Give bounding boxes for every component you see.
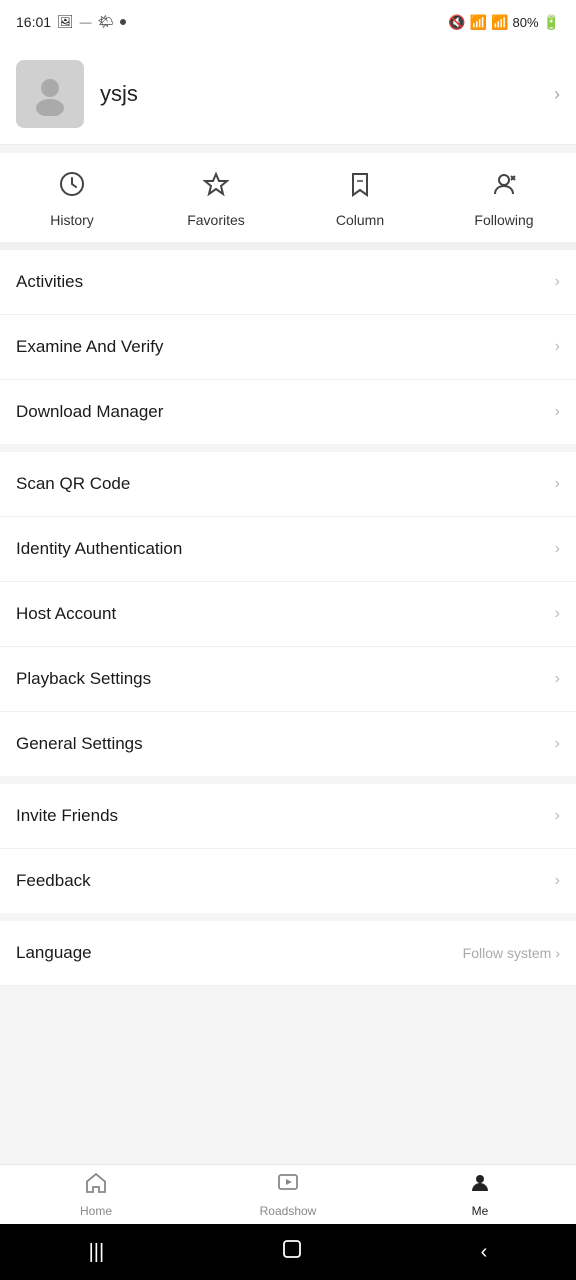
menu-item-invite[interactable]: Invite Friends › — [0, 784, 576, 849]
activities-label: Activities — [16, 272, 83, 292]
photo-icon: 🖼 — [57, 14, 74, 30]
dot-icon — [120, 19, 126, 25]
tab-roadshow-label: Roadshow — [260, 1204, 317, 1218]
menu-item-examine[interactable]: Examine And Verify › — [0, 315, 576, 380]
host-chevron-icon: › — [555, 605, 560, 623]
username-label: ysjs — [100, 81, 538, 107]
quick-nav: History Favorites Column F — [0, 153, 576, 250]
signal-icon: 📶 — [491, 14, 508, 31]
identity-chevron-icon: › — [555, 540, 560, 558]
tab-roadshow[interactable]: Roadshow — [192, 1165, 384, 1224]
profile-header[interactable]: ysjs › — [0, 44, 576, 145]
general-label: General Settings — [16, 734, 143, 754]
identity-label: Identity Authentication — [16, 539, 182, 559]
avatar — [16, 60, 84, 128]
avatar-person-icon — [28, 72, 72, 116]
menu-item-host[interactable]: Host Account › — [0, 582, 576, 647]
nav-item-following[interactable]: Following — [432, 153, 576, 242]
feedback-chevron-icon: › — [555, 872, 560, 890]
menu-item-language[interactable]: Language Follow system › — [0, 921, 576, 986]
time-display: 16:01 — [16, 14, 51, 30]
scan-qr-label: Scan QR Code — [16, 474, 130, 494]
nav-label-favorites: Favorites — [187, 212, 245, 228]
battery-icon: 🔋 — [543, 14, 560, 31]
general-chevron-icon: › — [555, 735, 560, 753]
mute-icon: 🔇 — [448, 14, 465, 31]
invite-chevron-icon: › — [555, 807, 560, 825]
star-icon — [203, 171, 229, 204]
battery-display: 80% — [513, 15, 539, 30]
examine-chevron-icon: › — [555, 338, 560, 356]
host-label: Host Account — [16, 604, 116, 624]
roadshow-icon — [276, 1171, 300, 1201]
status-time: 16:01 🖼 — 🌤 — [16, 14, 126, 30]
nav-item-favorites[interactable]: Favorites — [144, 153, 288, 242]
download-chevron-icon: › — [555, 403, 560, 421]
tab-me[interactable]: Me — [384, 1165, 576, 1224]
system-nav-bar: ||| ‹ — [0, 1224, 576, 1280]
language-value-container: Follow system › — [463, 945, 560, 961]
me-icon — [468, 1171, 492, 1201]
back-button[interactable]: ‹ — [461, 1233, 508, 1272]
menu-item-playback[interactable]: Playback Settings › — [0, 647, 576, 712]
menu-item-general[interactable]: General Settings › — [0, 712, 576, 776]
menu-item-download[interactable]: Download Manager › — [0, 380, 576, 444]
nav-item-column[interactable]: Column — [288, 153, 432, 242]
tab-me-label: Me — [472, 1204, 489, 1218]
home-button[interactable] — [261, 1230, 323, 1274]
language-chevron-icon: › — [555, 945, 560, 961]
examine-label: Examine And Verify — [16, 337, 163, 357]
nav-label-history: History — [50, 212, 94, 228]
menu-item-activities[interactable]: Activities › — [0, 250, 576, 315]
nav-item-history[interactable]: History — [0, 153, 144, 242]
invite-label: Invite Friends — [16, 806, 118, 826]
menu-section-1: Activities › Examine And Verify › Downlo… — [0, 250, 576, 444]
clock-icon — [59, 171, 85, 204]
tab-home[interactable]: Home — [0, 1165, 192, 1224]
recent-apps-button[interactable]: ||| — [69, 1233, 125, 1272]
profile-chevron-icon: › — [554, 84, 560, 105]
menu-item-identity[interactable]: Identity Authentication › — [0, 517, 576, 582]
language-value: Follow system — [463, 945, 552, 961]
tab-home-label: Home — [80, 1204, 112, 1218]
feedback-label: Feedback — [16, 871, 91, 891]
status-bar: 16:01 🖼 — 🌤 🔇 📶 📶 80% 🔋 — [0, 0, 576, 44]
playback-label: Playback Settings — [16, 669, 151, 689]
home-icon — [84, 1171, 108, 1201]
wifi-icon: 📶 — [470, 14, 487, 31]
dash-icon: — — [80, 15, 92, 29]
playback-chevron-icon: › — [555, 670, 560, 688]
nav-label-following: Following — [474, 212, 533, 228]
menu-section-2: Scan QR Code › Identity Authentication ›… — [0, 452, 576, 776]
scan-qr-chevron-icon: › — [555, 475, 560, 493]
status-indicators: 🔇 📶 📶 80% 🔋 — [448, 14, 560, 31]
activities-chevron-icon: › — [555, 273, 560, 291]
nav-label-column: Column — [336, 212, 384, 228]
following-person-icon — [491, 171, 517, 204]
tab-bar: Home Roadshow Me — [0, 1164, 576, 1224]
weather-icon: 🌤 — [98, 14, 115, 30]
language-label: Language — [16, 943, 92, 963]
bookmark-icon — [347, 171, 373, 204]
download-label: Download Manager — [16, 402, 163, 422]
menu-item-scan-qr[interactable]: Scan QR Code › — [0, 452, 576, 517]
menu-item-feedback[interactable]: Feedback › — [0, 849, 576, 913]
menu-section-3: Invite Friends › Feedback › — [0, 784, 576, 913]
